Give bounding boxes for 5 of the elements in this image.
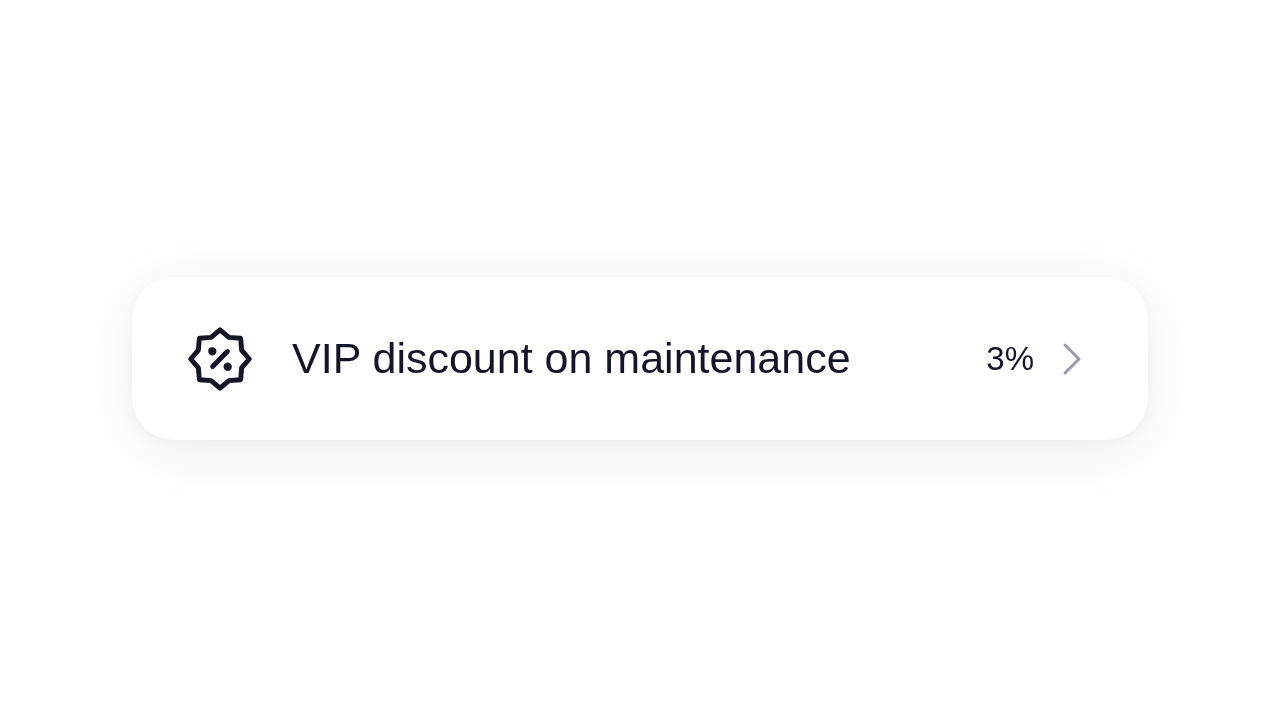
percent-badge-icon — [188, 326, 252, 391]
chevron-right-icon — [1062, 341, 1082, 376]
discount-label: VIP discount on maintenance — [292, 334, 852, 383]
discount-list-item[interactable]: VIP discount on maintenance 3% — [132, 277, 1148, 440]
discount-value: 3% — [986, 339, 1034, 378]
